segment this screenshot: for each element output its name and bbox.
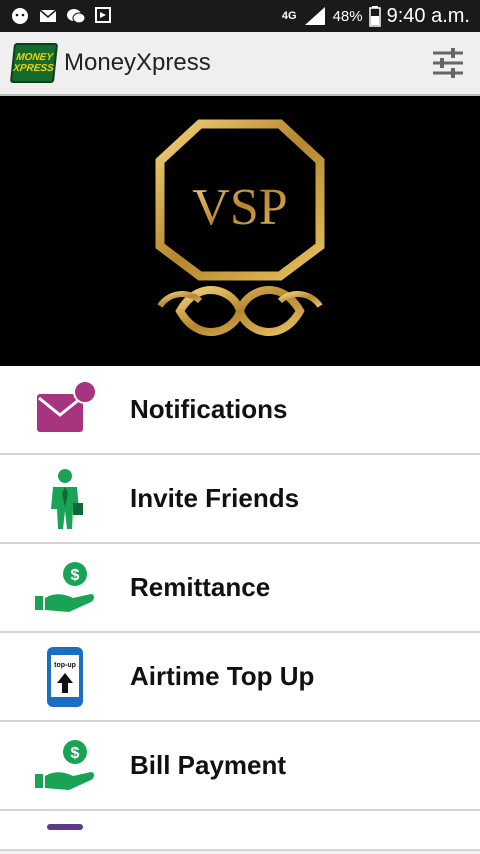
envelope-icon (37, 379, 97, 432)
brand-banner: VSP (0, 96, 480, 366)
media-icon (95, 7, 111, 23)
clock: 9:40 a.m. (386, 4, 470, 27)
main-menu: Notifications Invite Friends $ Remittanc… (0, 366, 480, 851)
phone-topup-icon: top-up (47, 646, 83, 707)
menu-label: Invite Friends (130, 483, 300, 513)
menu-item-remittance[interactable]: $ Remittance (0, 544, 480, 633)
partial-icon (47, 824, 83, 830)
svg-text:$: $ (71, 745, 80, 762)
menu-label: Remittance (130, 572, 271, 602)
battery-icon (368, 6, 381, 27)
svg-text:$: $ (71, 567, 80, 584)
svg-text:top-up: top-up (54, 662, 76, 669)
menu-label: Airtime Top Up (130, 661, 315, 691)
app-bar: MONEY XPRESS MoneyXpress (0, 32, 480, 96)
battery-percent: 48% (332, 7, 363, 25)
vsp-logo: VSP (155, 119, 325, 336)
menu-label: Bill Payment (130, 750, 287, 780)
status-bar: 4G 48% 9:40 a.m. (0, 0, 480, 32)
signal-icon (304, 7, 325, 25)
sliders-icon (433, 48, 463, 78)
menu-item-bill-payment[interactable]: $ Bill Payment (0, 722, 480, 811)
wechat-icon (67, 9, 86, 24)
hand-coin-icon: $ (35, 739, 94, 790)
chat-icon (12, 8, 28, 24)
menu-item-notifications[interactable]: Notifications (0, 366, 480, 455)
menu-label: Notifications (130, 394, 288, 424)
network-type: 4G (281, 10, 297, 22)
app-title: MoneyXpress (64, 49, 211, 76)
hand-coin-icon: $ (35, 561, 94, 612)
app-logo: MONEY XPRESS (9, 43, 59, 83)
svg-text:VSP: VSP (192, 179, 287, 236)
menu-item-invite-friends[interactable]: Invite Friends (0, 455, 480, 544)
menu-item-airtime-top-up[interactable]: top-up Airtime Top Up (0, 633, 480, 722)
person-icon (51, 468, 83, 529)
notification-icons (10, 6, 114, 26)
settings-sliders-button[interactable] (428, 43, 468, 83)
menu-item-partial[interactable] (0, 811, 480, 851)
mail-icon (39, 9, 57, 22)
